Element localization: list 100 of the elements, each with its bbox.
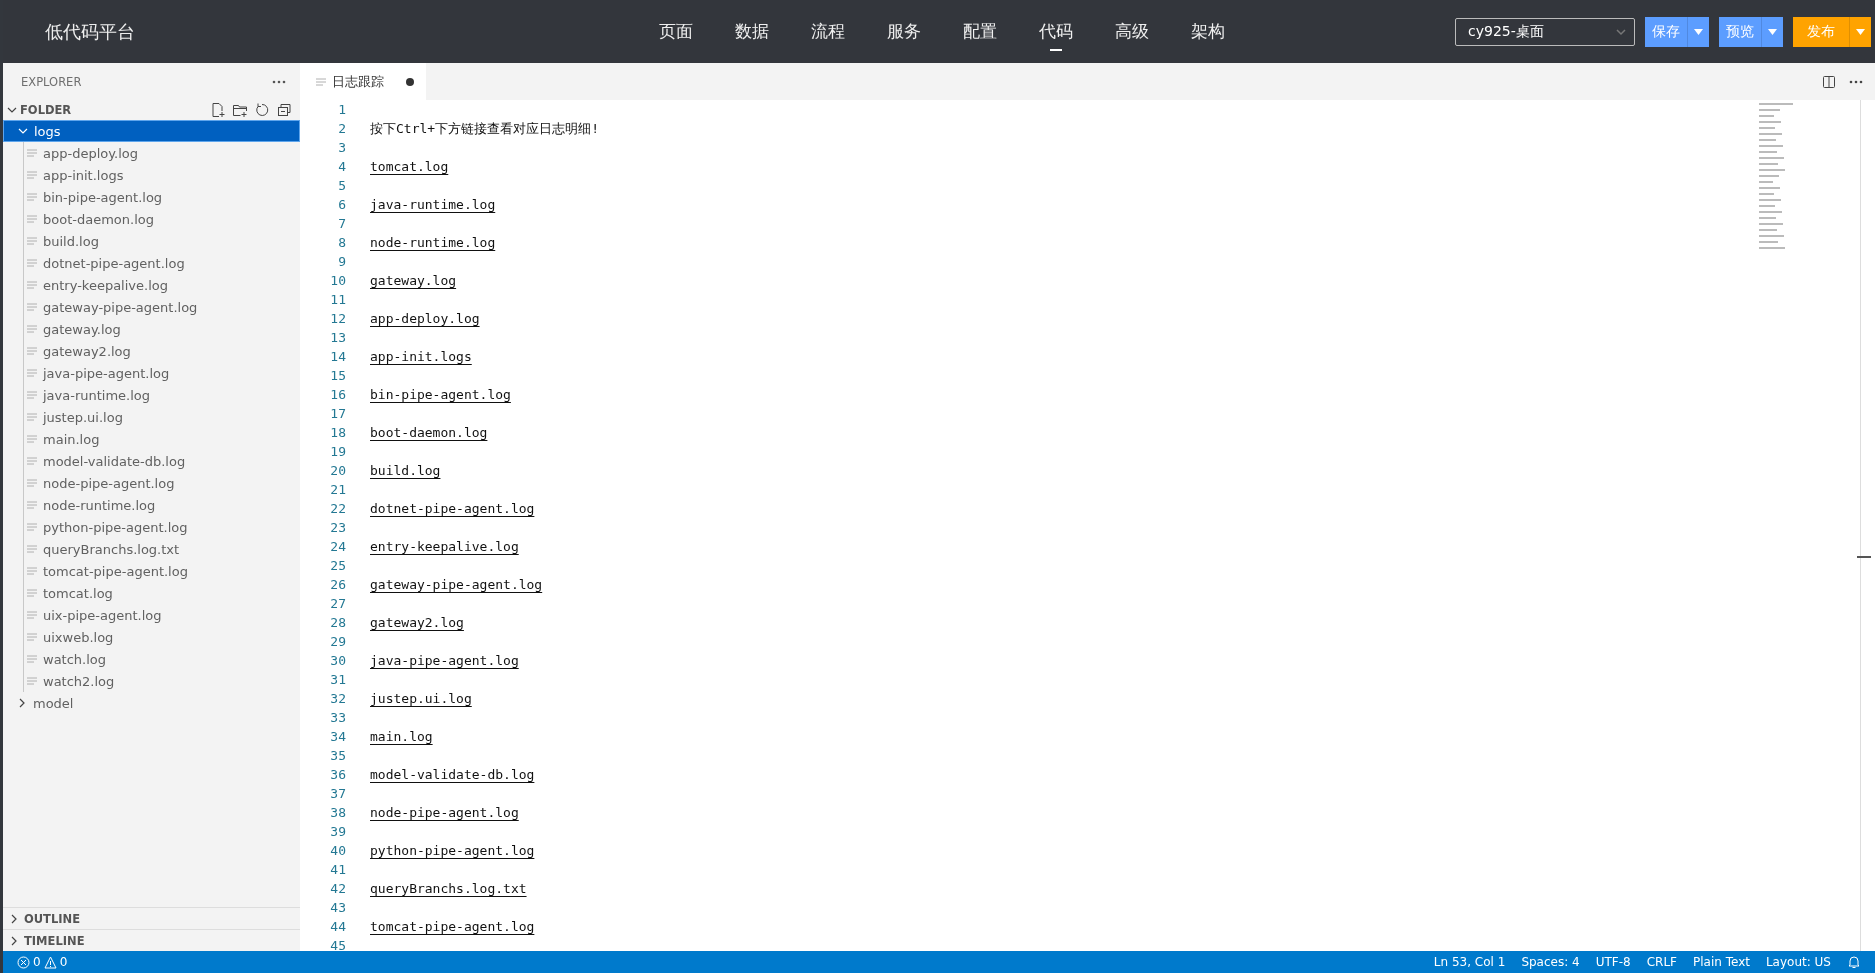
nav-tab[interactable]: 配置 xyxy=(942,14,1018,49)
log-link[interactable]: gateway.log xyxy=(370,273,457,288)
file-item[interactable]: dotnet-pipe-agent.log xyxy=(24,252,300,274)
line-number: 39 xyxy=(329,824,346,839)
log-link[interactable]: queryBranchs.log.txt xyxy=(370,881,527,896)
file-item[interactable]: app-init.logs xyxy=(24,164,300,186)
problems-indicator[interactable]: 0 0 xyxy=(3,955,68,969)
log-link[interactable]: app-init.logs xyxy=(370,349,472,364)
more-icon[interactable] xyxy=(272,79,286,84)
log-link[interactable]: gateway2.log xyxy=(370,615,464,630)
new-folder-icon[interactable] xyxy=(232,102,248,118)
file-item[interactable]: uix-pipe-agent.log xyxy=(24,604,300,626)
line-number: 45 xyxy=(329,938,346,951)
collapse-all-icon[interactable] xyxy=(276,102,292,118)
text-file-icon xyxy=(27,654,37,664)
log-link[interactable]: tomcat-pipe-agent.log xyxy=(370,919,535,934)
status-item[interactable]: Spaces: 4 xyxy=(1521,955,1580,969)
workspace-select[interactable]: cy925-桌面 xyxy=(1455,17,1635,46)
line-number: 5 xyxy=(337,178,346,193)
log-link[interactable]: dotnet-pipe-agent.log xyxy=(370,501,535,516)
panel-header[interactable]: OUTLINE xyxy=(3,907,300,929)
file-item[interactable]: java-runtime.log xyxy=(24,384,300,406)
log-link[interactable]: main.log xyxy=(370,729,433,744)
text-file-icon xyxy=(27,522,37,532)
nav-tab[interactable]: 高级 xyxy=(1094,14,1170,49)
line-number: 13 xyxy=(329,330,346,345)
section-header[interactable]: FOLDER xyxy=(20,103,72,117)
text-file-icon xyxy=(27,280,37,290)
log-link[interactable]: java-pipe-agent.log xyxy=(370,653,519,668)
file-item[interactable]: gateway.log xyxy=(24,318,300,340)
log-link[interactable]: tomcat.log xyxy=(370,159,449,174)
file-item[interactable]: entry-keepalive.log xyxy=(24,274,300,296)
log-link[interactable]: entry-keepalive.log xyxy=(370,539,519,554)
split-editor-icon[interactable] xyxy=(1821,73,1837,90)
line-number: 35 xyxy=(329,748,346,763)
bell-icon[interactable] xyxy=(1847,955,1861,969)
log-link[interactable]: java-runtime.log xyxy=(370,197,496,212)
chevron-down-icon xyxy=(7,106,17,114)
log-link[interactable]: gateway-pipe-agent.log xyxy=(370,577,543,592)
file-item[interactable]: watch.log xyxy=(24,648,300,670)
line-number: 37 xyxy=(329,786,346,801)
line-number: 19 xyxy=(329,444,346,459)
line-number: 32 xyxy=(329,691,346,706)
status-item[interactable]: Layout: US xyxy=(1765,955,1831,969)
log-link[interactable]: model-validate-db.log xyxy=(370,767,535,782)
folder-item[interactable]: model xyxy=(3,692,300,714)
file-item[interactable]: java-pipe-agent.log xyxy=(24,362,300,384)
status-item[interactable]: UTF-8 xyxy=(1595,955,1631,969)
text-file-icon xyxy=(27,324,37,334)
file-item[interactable]: node-runtime.log xyxy=(24,494,300,516)
line-number: 25 xyxy=(329,558,346,573)
file-item[interactable]: model-validate-db.log xyxy=(24,450,300,472)
nav-tab[interactable]: 服务 xyxy=(866,14,942,49)
line-number: 29 xyxy=(329,634,346,649)
file-item[interactable]: justep.ui.log xyxy=(24,406,300,428)
refresh-icon[interactable] xyxy=(254,102,270,118)
status-item[interactable]: CRLF xyxy=(1646,955,1677,969)
file-item[interactable]: gateway-pipe-agent.log xyxy=(24,296,300,318)
log-link[interactable]: build.log xyxy=(370,463,441,478)
status-item[interactable]: Ln 53, Col 1 xyxy=(1433,955,1506,969)
new-file-icon[interactable] xyxy=(210,102,226,118)
file-item[interactable]: tomcat-pipe-agent.log xyxy=(24,560,300,582)
log-link[interactable]: python-pipe-agent.log xyxy=(370,843,535,858)
file-item[interactable]: tomcat.log xyxy=(24,582,300,604)
nav-tab[interactable]: 数据 xyxy=(714,14,790,49)
editor-tab[interactable]: 日志跟踪 xyxy=(300,63,426,100)
dropdown-button[interactable] xyxy=(1849,16,1871,47)
folder-item[interactable]: logs xyxy=(3,120,300,142)
more-icon[interactable] xyxy=(1849,79,1863,84)
file-item[interactable]: watch2.log xyxy=(24,670,300,692)
line-number: 41 xyxy=(329,862,346,877)
file-item[interactable]: bin-pipe-agent.log xyxy=(24,186,300,208)
file-item[interactable]: gateway2.log xyxy=(24,340,300,362)
line-number: 2 xyxy=(337,121,346,136)
log-link[interactable]: boot-daemon.log xyxy=(370,425,488,440)
log-link[interactable]: node-runtime.log xyxy=(370,235,496,250)
code-text: 按下Ctrl+下方链接查看对应日志明细! xyxy=(370,119,599,138)
file-item[interactable]: build.log xyxy=(24,230,300,252)
nav-tab[interactable]: 页面 xyxy=(638,14,714,49)
nav-tab[interactable]: 架构 xyxy=(1170,14,1246,49)
file-item[interactable]: app-deploy.log xyxy=(24,142,300,164)
status-item[interactable]: Plain Text xyxy=(1693,955,1750,969)
dropdown-button[interactable] xyxy=(1761,16,1783,47)
log-link[interactable]: node-pipe-agent.log xyxy=(370,805,519,820)
file-item[interactable]: node-pipe-agent.log xyxy=(24,472,300,494)
file-item[interactable]: boot-daemon.log xyxy=(24,208,300,230)
file-item[interactable]: queryBranchs.log.txt xyxy=(24,538,300,560)
nav-tab[interactable]: 流程 xyxy=(790,14,866,49)
log-link[interactable]: justep.ui.log xyxy=(370,691,472,706)
file-item[interactable]: uixweb.log xyxy=(24,626,300,648)
line-number: 9 xyxy=(337,254,346,269)
nav-tab[interactable]: 代码 xyxy=(1018,14,1094,49)
file-item[interactable]: python-pipe-agent.log xyxy=(24,516,300,538)
log-link[interactable]: bin-pipe-agent.log xyxy=(370,387,511,402)
line-number: 22 xyxy=(329,501,346,516)
dropdown-button[interactable] xyxy=(1687,16,1709,47)
file-item[interactable]: main.log xyxy=(24,428,300,450)
chevron-right-icon xyxy=(17,698,27,708)
log-link[interactable]: app-deploy.log xyxy=(370,311,480,326)
line-number: 24 xyxy=(329,539,346,554)
